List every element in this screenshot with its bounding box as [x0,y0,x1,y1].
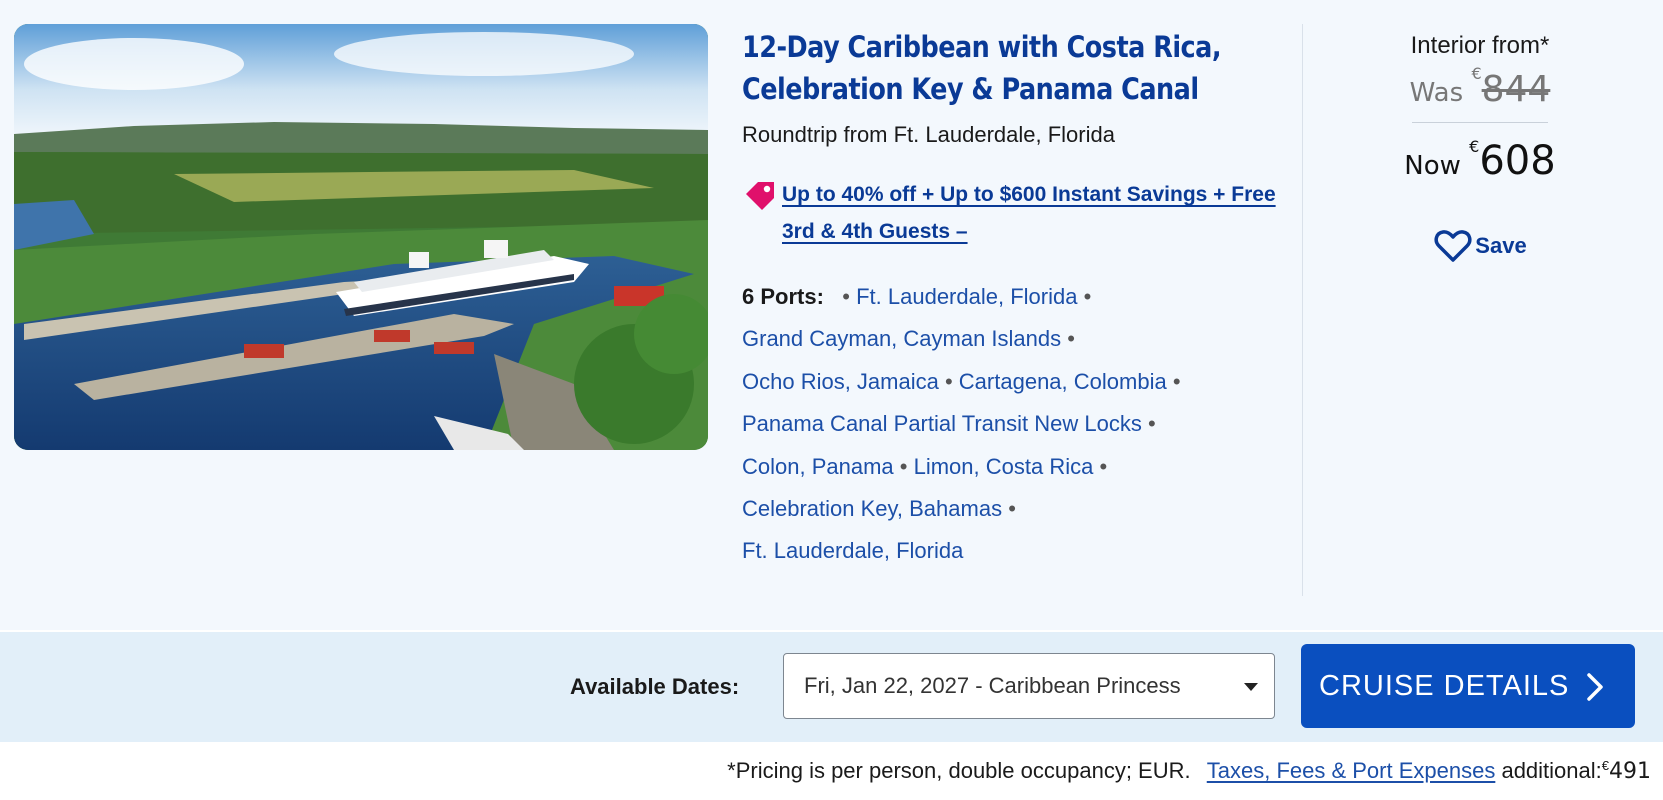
ports-label: 6 Ports: [742,284,824,309]
port-link[interactable]: Celebration Key, Bahamas [742,496,1002,521]
sail-date-value: Fri, Jan 22, 2027 - Caribbean Princess [804,673,1181,698]
now-amount: 608 [1479,138,1556,184]
cruise-details-button[interactable]: CRUISE DETAILS [1301,644,1635,728]
price-tag-icon [746,182,774,210]
was-price: Was €844 [1330,64,1630,110]
separator-dot: • [830,284,850,309]
separator-dot: • [938,368,959,394]
currency-symbol: € [1471,64,1482,83]
port-link[interactable]: Ocho Rios, Jamaica [742,369,939,394]
port-link[interactable]: Ft. Lauderdale, Florida [856,284,1077,309]
save-label: Save [1475,233,1527,258]
separator-dot: • [1141,411,1156,437]
price-label: Interior from* [1410,32,1550,59]
pricing-note: *Pricing is per person, double occupancy… [727,758,1191,783]
separator-dot: • [893,453,914,479]
price-divider [1412,122,1548,123]
promo-offer: Up to 40% off + Up to $600 Instant Savin… [742,176,1282,250]
port-link[interactable]: Colon, Panama [742,454,894,479]
cruise-details-label: CRUISE DETAILS [1319,669,1570,702]
cruise-info: 12-Day Caribbean with Costa Rica, Celebr… [742,26,1282,573]
available-dates-bar: Available Dates: Fri, Jan 22, 2027 - Car… [0,632,1663,742]
separator-dot: • [1061,326,1075,352]
cruise-title[interactable]: 12-Day Caribbean with Costa Rica, Celebr… [742,26,1270,110]
fees-currency: € [1601,758,1609,773]
sail-date-select[interactable]: Fri, Jan 22, 2027 - Caribbean Princess [783,653,1275,719]
port-link[interactable]: Panama Canal Partial Transit New Locks [742,411,1142,436]
chevron-right-icon [1587,673,1603,701]
now-price: Now €608 [1330,137,1630,184]
was-label: Was [1409,78,1464,108]
column-divider [1302,24,1303,596]
fees-amount: 491 [1609,759,1651,784]
cruise-card: 12-Day Caribbean with Costa Rica, Celebr… [0,0,1663,630]
separator-dot: • [1002,496,1016,522]
caret-down-icon [1244,683,1258,691]
port-link[interactable]: Grand Cayman, Cayman Islands [742,326,1061,351]
separator-dot: • [1077,284,1092,309]
price-panel: Interior from* Was €844 Now €608 Save [1330,32,1630,269]
promo-link[interactable]: Up to 40% off + Up to $600 Instant Savin… [782,176,1282,250]
was-amount: 844 [1481,69,1551,110]
currency-symbol: € [1469,137,1480,156]
ports-list: 6 Ports: • Ft. Lauderdale, Florida • Gra… [742,276,1262,573]
fees-suffix: additional: [1501,758,1602,783]
save-button[interactable]: Save [1433,228,1527,264]
taxes-fees-link[interactable]: Taxes, Fees & Port Expenses [1207,758,1496,783]
port-link[interactable]: Cartagena, Colombia [959,369,1167,394]
now-label: Now [1404,151,1461,181]
pricing-footnote: *Pricing is per person, double occupancy… [727,758,1651,784]
port-link[interactable]: Ft. Lauderdale, Florida [742,538,963,563]
port-link[interactable]: Limon, Costa Rica [914,454,1094,479]
cruise-subtitle: Roundtrip from Ft. Lauderdale, Florida [742,122,1115,147]
heart-icon [1434,230,1472,262]
separator-dot: • [1093,453,1108,479]
cruise-photo[interactable] [14,24,708,450]
available-dates-label: Available Dates: [570,674,740,699]
separator-dot: • [1166,368,1181,394]
